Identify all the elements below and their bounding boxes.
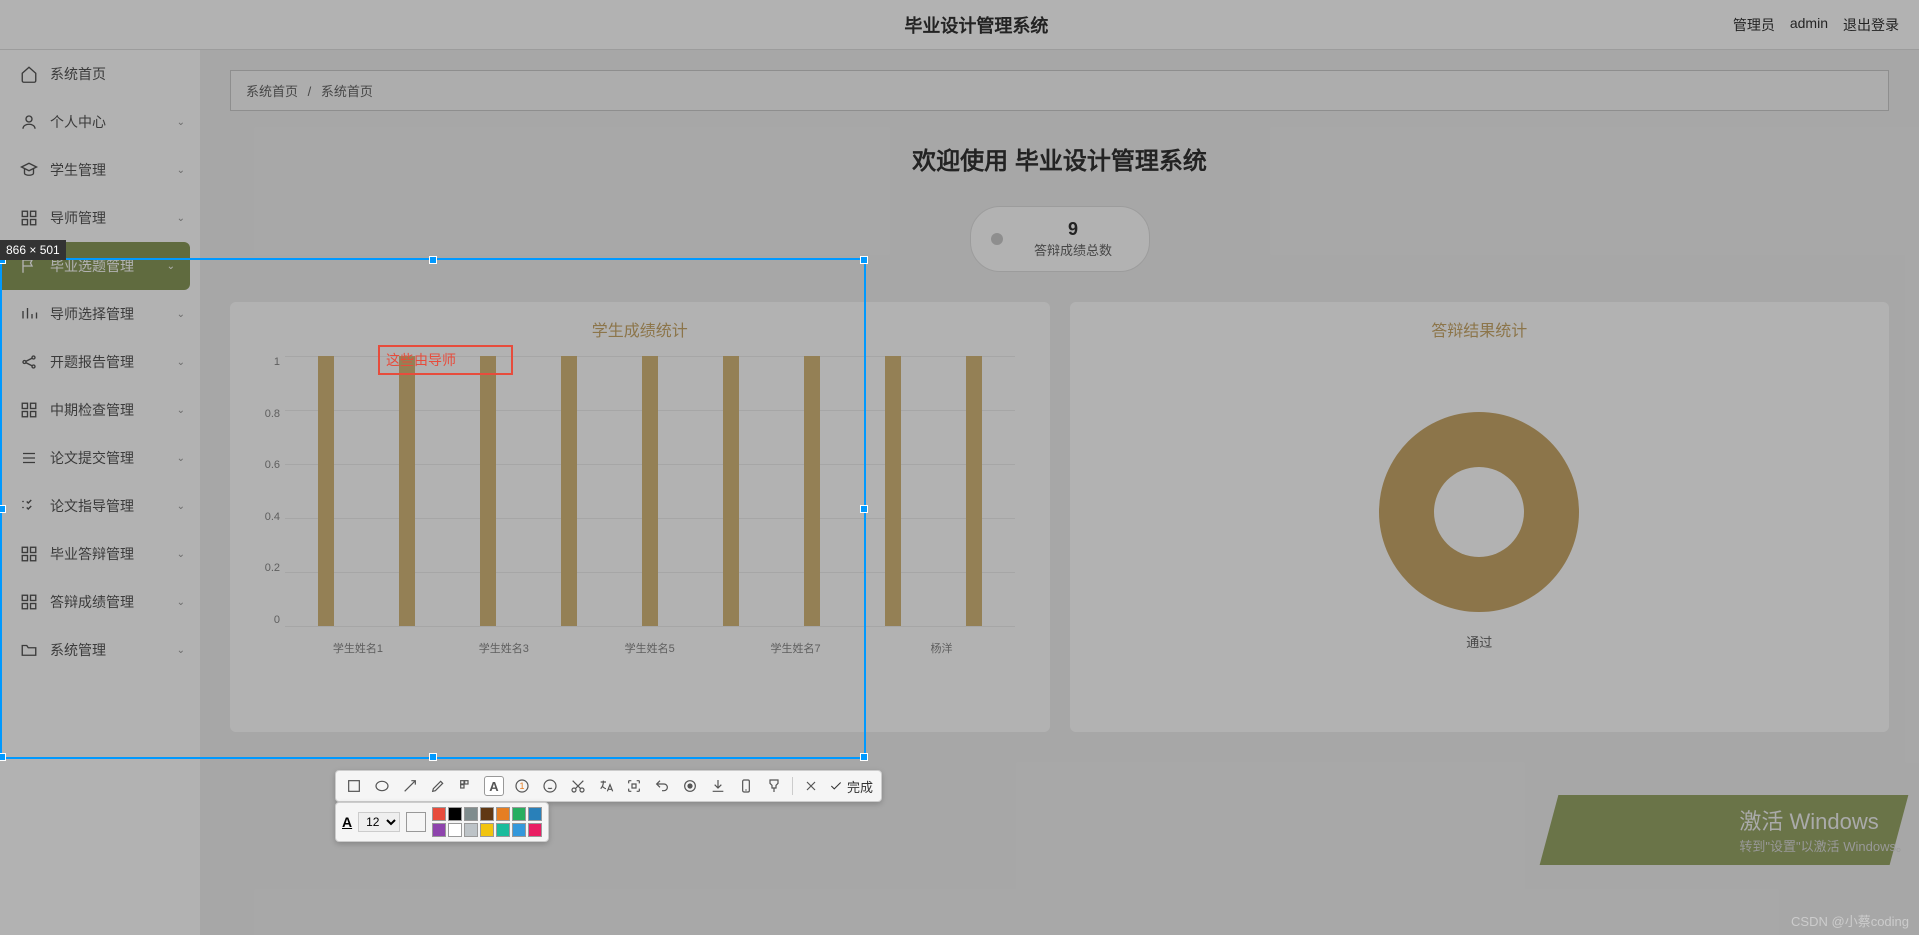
color-swatch[interactable] — [496, 807, 510, 821]
sidebar-item-label: 系统首页 — [50, 64, 106, 84]
tool-text-icon[interactable]: A — [484, 776, 504, 796]
color-swatch[interactable] — [432, 807, 446, 821]
tool-number-icon[interactable]: 1 — [512, 776, 532, 796]
toolbar-divider — [792, 777, 793, 795]
sidebar-item-student[interactable]: 学生管理 ⌄ — [0, 146, 200, 194]
font-label: A — [342, 814, 352, 830]
donut-hole — [1434, 467, 1524, 557]
windows-activate-line2: 转到"设置"以激活 Windows。 — [1739, 836, 1909, 855]
color-swatch[interactable] — [464, 823, 478, 837]
tool-cut-icon[interactable] — [568, 776, 588, 796]
tool-mosaic-icon[interactable] — [456, 776, 476, 796]
chevron-down-icon: ⌄ — [177, 165, 185, 176]
selection-handle-se[interactable] — [860, 753, 868, 761]
screenshot-toolbar: A 1 完成 — [335, 770, 882, 802]
breadcrumb-item: 系统首页 — [321, 84, 373, 99]
color-swatch[interactable] — [512, 823, 526, 837]
tool-download-icon[interactable] — [708, 776, 728, 796]
xtick: 杨洋 — [912, 640, 972, 656]
color-swatch[interactable] — [480, 823, 494, 837]
sidebar-item-label: 学生管理 — [50, 160, 106, 180]
windows-activate-line1: 激活 Windows — [1739, 804, 1909, 836]
color-swatch[interactable] — [448, 807, 462, 821]
sidebar-item-label: 个人中心 — [50, 112, 106, 132]
tool-sticker-icon[interactable] — [540, 776, 560, 796]
selection-box[interactable] — [0, 258, 866, 759]
donut-wrap: 通过 — [1085, 356, 1875, 706]
tool-target-icon[interactable] — [680, 776, 700, 796]
color-swatch[interactable] — [448, 823, 462, 837]
color-swatch[interactable] — [480, 807, 494, 821]
breadcrumb-item[interactable]: 系统首页 — [246, 84, 298, 99]
stat-dot-icon — [991, 233, 1003, 245]
selection-handle-e[interactable] — [860, 505, 868, 513]
tool-pin-icon[interactable] — [764, 776, 784, 796]
color-swatch[interactable] — [512, 807, 526, 821]
donut-label: 通过 — [1466, 632, 1492, 651]
donut-chart-panel: 答辩结果统计 通过 — [1070, 302, 1890, 732]
selection-handle-n[interactable] — [429, 256, 437, 264]
tool-done-button[interactable]: 完成 — [829, 777, 873, 796]
user-role-label: 管理员 — [1733, 15, 1775, 35]
screenshot-subtoolbar: A 12 — [335, 802, 549, 842]
grid-icon — [20, 209, 38, 227]
color-swatch[interactable] — [528, 823, 542, 837]
color-swatch[interactable] — [496, 823, 510, 837]
breadcrumb: 系统首页 / 系统首页 — [230, 70, 1889, 111]
font-size-select[interactable]: 12 — [358, 812, 400, 832]
stat-label: 答辩成绩总数 — [1018, 240, 1129, 259]
tool-arrow-icon[interactable] — [400, 776, 420, 796]
annotation-text[interactable]: 这些由导师 — [386, 350, 456, 370]
chevron-down-icon: ⌄ — [177, 213, 185, 224]
tool-undo-icon[interactable] — [652, 776, 672, 796]
breadcrumb-sep: / — [308, 84, 312, 99]
chevron-down-icon: ⌄ — [177, 117, 185, 128]
tool-ocr-icon[interactable] — [624, 776, 644, 796]
donut-ring — [1379, 412, 1579, 612]
windows-activation-watermark: 激活 Windows 转到"设置"以激活 Windows。 — [1739, 804, 1909, 855]
bar — [885, 356, 901, 626]
welcome-title: 欢迎使用 毕业设计管理系统 — [230, 141, 1889, 176]
stat-value: 9 — [1018, 219, 1129, 240]
color-swatch-selected[interactable] — [406, 812, 426, 832]
selection-handle-ne[interactable] — [860, 256, 868, 264]
donut-chart-title: 答辩结果统计 — [1085, 317, 1875, 341]
tool-ellipse-icon[interactable] — [372, 776, 392, 796]
app-title: 毕业设计管理系统 — [220, 12, 1733, 38]
selection-size-label: 866 × 501 — [0, 240, 66, 260]
selection-handle-sw[interactable] — [0, 753, 6, 761]
username-label[interactable]: admin — [1790, 15, 1828, 35]
top-header: 毕业设计管理系统 管理员 admin 退出登录 — [0, 0, 1919, 50]
color-swatch[interactable] — [464, 807, 478, 821]
header-user-area: 管理员 admin 退出登录 — [1733, 15, 1899, 35]
school-icon — [20, 161, 38, 179]
sidebar-item-label: 导师管理 — [50, 208, 106, 228]
color-palette — [432, 807, 542, 837]
sidebar-item-profile[interactable]: 个人中心 ⌄ — [0, 98, 200, 146]
tool-cancel-icon[interactable] — [801, 776, 821, 796]
color-swatch[interactable] — [528, 807, 542, 821]
tool-translate-icon[interactable] — [596, 776, 616, 796]
csdn-watermark: CSDN @小蔡coding — [1791, 911, 1909, 930]
bar — [966, 356, 982, 626]
home-icon — [20, 65, 38, 83]
logout-link[interactable]: 退出登录 — [1843, 15, 1899, 35]
tool-device-icon[interactable] — [736, 776, 756, 796]
tool-rect-icon[interactable] — [344, 776, 364, 796]
color-swatch[interactable] — [432, 823, 446, 837]
tool-pen-icon[interactable] — [428, 776, 448, 796]
user-icon — [20, 113, 38, 131]
sidebar-item-home[interactable]: 系统首页 — [0, 50, 200, 98]
selection-handle-s[interactable] — [429, 753, 437, 761]
selection-handle-w[interactable] — [0, 505, 6, 513]
stat-card: 9 答辩成绩总数 — [970, 206, 1150, 272]
